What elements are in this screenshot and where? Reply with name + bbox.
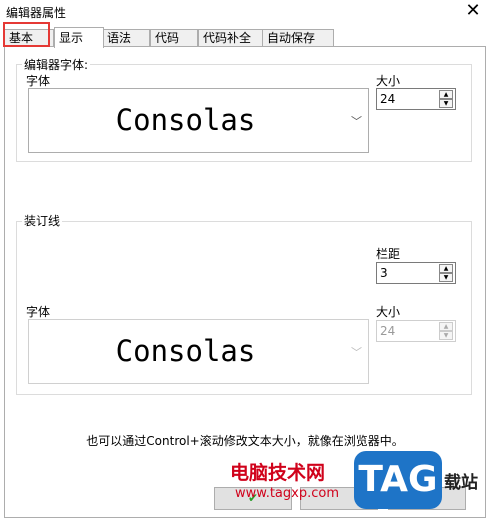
close-icon[interactable]: ✕ <box>462 0 484 22</box>
highlight-box <box>3 22 50 47</box>
font-preview-box[interactable]: Consolas ﹀ <box>28 88 369 153</box>
tab-syntax[interactable]: 语法 <box>102 29 150 47</box>
title-bar: 编辑器属性 ✕ <box>0 0 490 24</box>
font-value: Consolas <box>115 103 256 137</box>
watermark-text: 电脑技术网 <box>230 462 326 484</box>
font-label: 字体 <box>26 74 51 88</box>
tab-autosave[interactable]: 自动保存 <box>262 29 334 47</box>
size-label: 大小 <box>376 74 401 88</box>
gutter-font-preview-box[interactable]: Consolas ﹀ <box>28 319 369 384</box>
watermark-logo: TAG <box>354 451 442 509</box>
chevron-down-icon: ﹀ <box>351 346 362 359</box>
margin-stepper[interactable]: 3 ▲ ▼ <box>376 262 456 284</box>
size-value: 24 <box>380 92 396 106</box>
margin-label: 栏距 <box>376 247 401 261</box>
gutter-size-label: 大小 <box>376 305 401 319</box>
stepper-down-icon[interactable]: ▼ <box>439 99 453 108</box>
margin-value: 3 <box>380 266 388 280</box>
gutter-size-value: 24 <box>380 324 396 338</box>
tab-code[interactable]: 代码 <box>150 29 198 47</box>
gutter-font-label: 字体 <box>26 305 51 319</box>
gutter-group-label: 装订线 <box>22 212 63 229</box>
tab-display[interactable]: 显示 <box>54 27 104 48</box>
watermark-url: www.tagxp.com <box>235 486 339 501</box>
hint-text: 也可以通过Control+滚动修改文本大小，就像在浏览器中。 <box>86 434 404 448</box>
tab-label: 代码 <box>155 31 180 45</box>
tab-label: 显示 <box>59 31 84 45</box>
tab-label: 语法 <box>107 31 132 45</box>
stepper-up-icon[interactable]: ▲ <box>439 322 453 331</box>
stepper-up-icon[interactable]: ▲ <box>439 90 453 99</box>
editor-font-group-label: 编辑器字体: <box>22 56 91 73</box>
watermark-side-text: 载站 <box>444 473 478 493</box>
window-title: 编辑器属性 <box>6 6 67 20</box>
stepper-up-icon[interactable]: ▲ <box>439 264 453 273</box>
tab-code-completion[interactable]: 代码补全 <box>198 29 268 47</box>
size-stepper[interactable]: 24 ▲ ▼ <box>376 88 456 110</box>
gutter-font-value: Consolas <box>115 334 256 368</box>
tab-label: 代码补全 <box>203 31 252 45</box>
chevron-down-icon: ﹀ <box>351 115 362 128</box>
stepper-down-icon[interactable]: ▼ <box>439 273 453 282</box>
stepper-down-icon[interactable]: ▼ <box>439 331 453 340</box>
tab-label: 自动保存 <box>267 31 316 45</box>
gutter-size-stepper[interactable]: 24 ▲ ▼ <box>376 320 456 342</box>
